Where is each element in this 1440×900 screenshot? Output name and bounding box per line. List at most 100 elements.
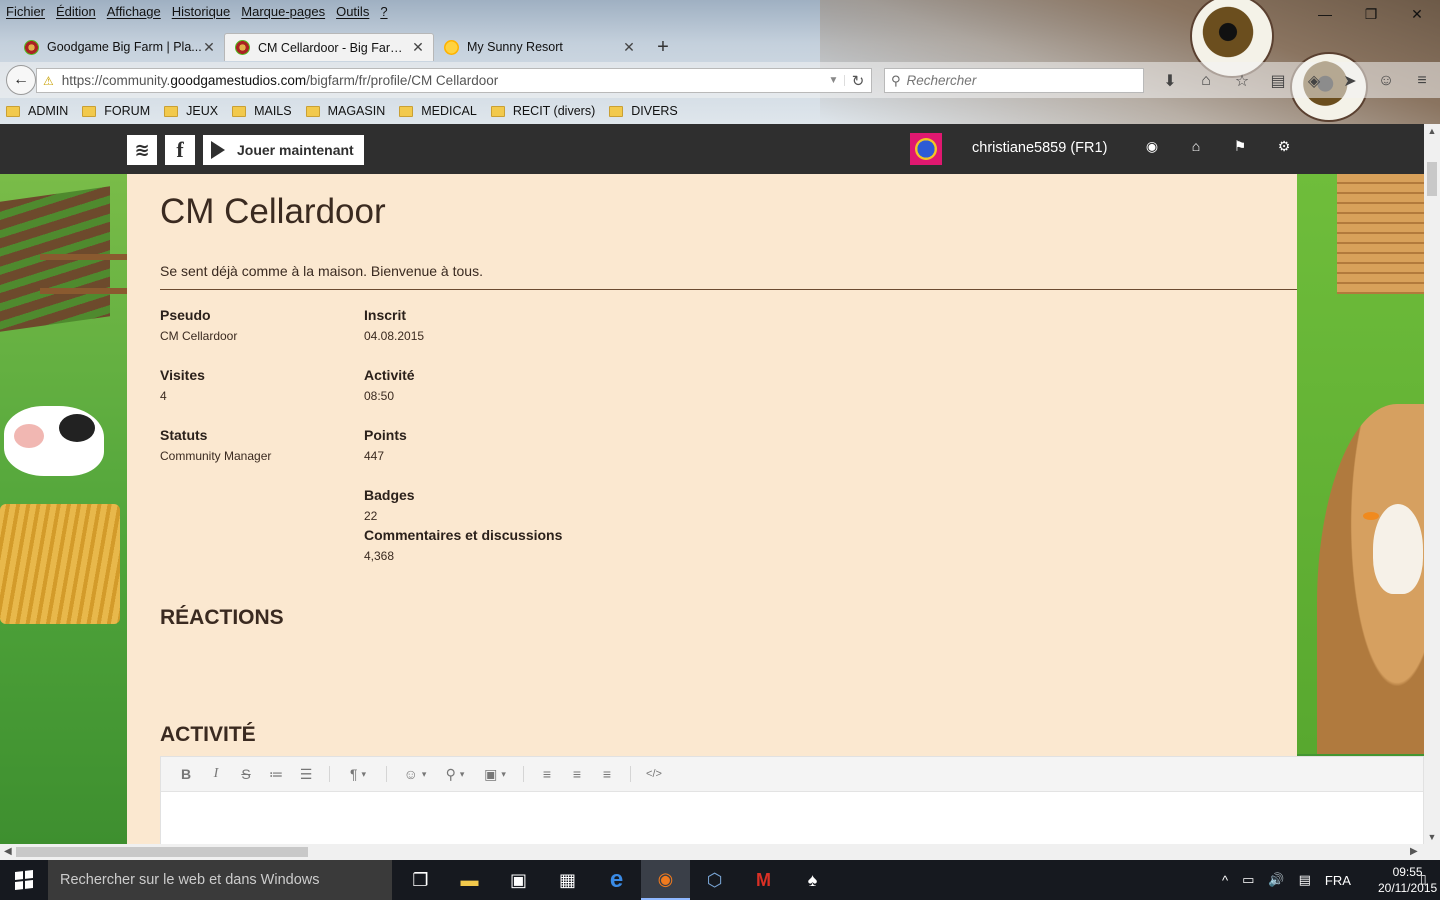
image-icon[interactable]: ▣ [475,762,515,786]
inbox-icon[interactable]: ⌂ [1174,138,1218,155]
align-left-icon[interactable]: ≡ [532,762,562,786]
sun-favicon-icon [444,39,459,55]
close-window-button[interactable]: ✕ [1394,0,1440,28]
code-view-icon[interactable]: </> [639,762,669,786]
tab-close-icon[interactable]: ✕ [622,39,636,56]
bookmark-icon[interactable]: ⚑ [1218,138,1262,155]
send-icon[interactable]: ➤ [1332,68,1368,93]
app-cube-icon[interactable]: ⬡ [690,860,739,900]
menu-affichage[interactable]: Affichage [107,4,161,19]
solitaire-cards-icon[interactable]: ♠ [788,860,837,900]
site-header: ≋ f Jouer maintenant christiane5859 (FR1… [0,124,1424,174]
editor-text-area[interactable] [161,792,1423,844]
clock-date: 20/11/2015 [1378,881,1438,895]
paragraph-format-icon[interactable]: ¶ [338,762,378,786]
warning-lock-icon[interactable]: ⚠ [43,74,54,88]
bookmark-folder-admin[interactable]: ADMIN [6,104,68,118]
downloads-icon[interactable]: ⬇ [1152,68,1188,93]
edge-browser-icon[interactable]: e [592,860,641,900]
align-right-icon[interactable]: ≡ [592,762,622,786]
hamburger-menu-icon[interactable]: ≡ [1404,68,1440,93]
folder-icon [490,105,505,117]
tab-close-icon[interactable]: ✕ [202,39,216,56]
bold-icon[interactable]: B [171,762,201,786]
scroll-left-icon[interactable]: ◀ [4,844,12,860]
scroll-down-icon[interactable]: ▼ [1424,832,1440,842]
tab-my-sunny-resort[interactable]: My Sunny Resort ✕ [434,33,644,61]
search-input[interactable] [906,73,1127,88]
start-button[interactable] [0,860,48,900]
folder-icon [164,105,179,117]
vertical-scroll-thumb[interactable] [1427,162,1437,196]
url-bar[interactable]: ⚠ https://community.goodgamestudios.com/… [36,68,872,93]
scroll-right-icon[interactable]: ▶ [1410,844,1418,860]
facebook-icon[interactable]: f [165,135,195,165]
menu-edition[interactable]: Édition [56,4,96,19]
taskbar-clock[interactable]: 09:55 20/11/2015 [1378,864,1437,896]
url-history-dropdown-icon[interactable]: ▼ [823,75,845,86]
tab-close-icon[interactable]: ✕ [411,39,425,56]
chat-icon[interactable]: ☺ [1368,68,1404,93]
ordered-list-icon[interactable]: ≔ [261,762,291,786]
horizontal-scrollbar[interactable]: ◀ ▶ [0,844,1440,860]
settings-gear-icon[interactable]: ⚙ [1262,138,1306,155]
emoji-icon[interactable]: ☺ [395,762,435,786]
vertical-scrollbar[interactable]: ▲ ▼ [1424,124,1440,844]
file-explorer-icon[interactable]: ▬ [445,860,494,900]
store-icon[interactable]: ▣ [494,860,543,900]
globe-icon[interactable]: ◉ [1130,138,1174,155]
gmail-icon[interactable]: M [739,860,788,900]
tab-cm-cellardoor[interactable]: CM Cellardoor - Big Farm ... ✕ [224,33,434,61]
bookmark-folder-forum[interactable]: FORUM [82,104,150,118]
bookmark-folder-magasin[interactable]: MAGASIN [305,104,385,118]
editor-toolbar: B I S ≔ ☰ ¶ ☺ ⚲ ▣ ≡ ≡ ≡ </> [161,757,1423,792]
farm-background-left [0,174,130,844]
bookmark-folder-mails[interactable]: MAILS [232,104,292,118]
search-bar[interactable]: ⚲ [884,68,1144,93]
menu-historique[interactable]: Historique [172,4,231,19]
field-pseudo: Pseudo CM Cellardoor [160,307,238,343]
play-now-button[interactable]: Jouer maintenant [203,135,364,165]
bookmark-folder-jeux[interactable]: JEUX [164,104,218,118]
menu-marque-pages[interactable]: Marque-pages [241,4,325,19]
strikethrough-icon[interactable]: S [231,762,261,786]
link-icon[interactable]: ⚲ [435,762,475,786]
tab-big-farm-game[interactable]: Goodgame Big Farm | Pla... ✕ [14,33,224,61]
tray-expand-icon[interactable]: ^ [1222,873,1228,888]
firefox-icon[interactable]: ◉ [641,860,690,900]
minimize-button[interactable]: — [1302,0,1348,28]
network-icon[interactable]: ▭ [1242,872,1254,888]
notification-icon[interactable]: ▯ [1420,872,1427,886]
url-text[interactable]: https://community.goodgamestudios.com/bi… [62,73,823,88]
scroll-up-icon[interactable]: ▲ [1424,126,1440,136]
photos-app-icon[interactable]: ▦ [543,860,592,900]
reload-icon[interactable]: ↻ [845,72,871,90]
volume-icon[interactable]: 🔊 [1268,872,1284,888]
pocket-icon[interactable]: ◈ [1296,68,1332,93]
menu-outils[interactable]: Outils [336,4,369,19]
message-icon[interactable]: ▤ [1299,872,1311,888]
language-indicator[interactable]: FRA [1325,873,1351,888]
italic-icon[interactable]: I [201,762,231,786]
toolbar-separator [523,766,524,782]
bookmark-folder-divers[interactable]: DIVERS [609,104,678,118]
search-icon: ⚲ [891,72,901,88]
reading-list-icon[interactable]: ▤ [1260,68,1296,93]
horizontal-scroll-thumb[interactable] [16,847,308,857]
home-icon[interactable]: ⌂ [1188,68,1224,93]
menu-help[interactable]: ? [380,4,387,19]
bookmark-folder-recit[interactable]: RECIT (divers) [490,104,595,118]
restore-button[interactable]: ❐ [1348,0,1394,28]
new-tab-button[interactable]: + [648,33,678,61]
username[interactable]: christiane5859 (FR1) [972,140,1107,156]
avatar[interactable] [910,133,942,165]
bullet-list-icon[interactable]: ☰ [291,762,321,786]
goodgame-logo-icon[interactable]: ≋ [127,135,157,165]
back-button[interactable]: ← [6,65,36,95]
align-center-icon[interactable]: ≡ [562,762,592,786]
task-view-icon[interactable]: ❐ [396,860,445,900]
bookmark-folder-medical[interactable]: MEDICAL [399,104,477,118]
menu-fichier[interactable]: Fichier [6,4,45,19]
taskbar-search-box[interactable]: Rechercher sur le web et dans Windows [48,860,392,900]
bookmark-star-icon[interactable]: ☆ [1224,68,1260,93]
